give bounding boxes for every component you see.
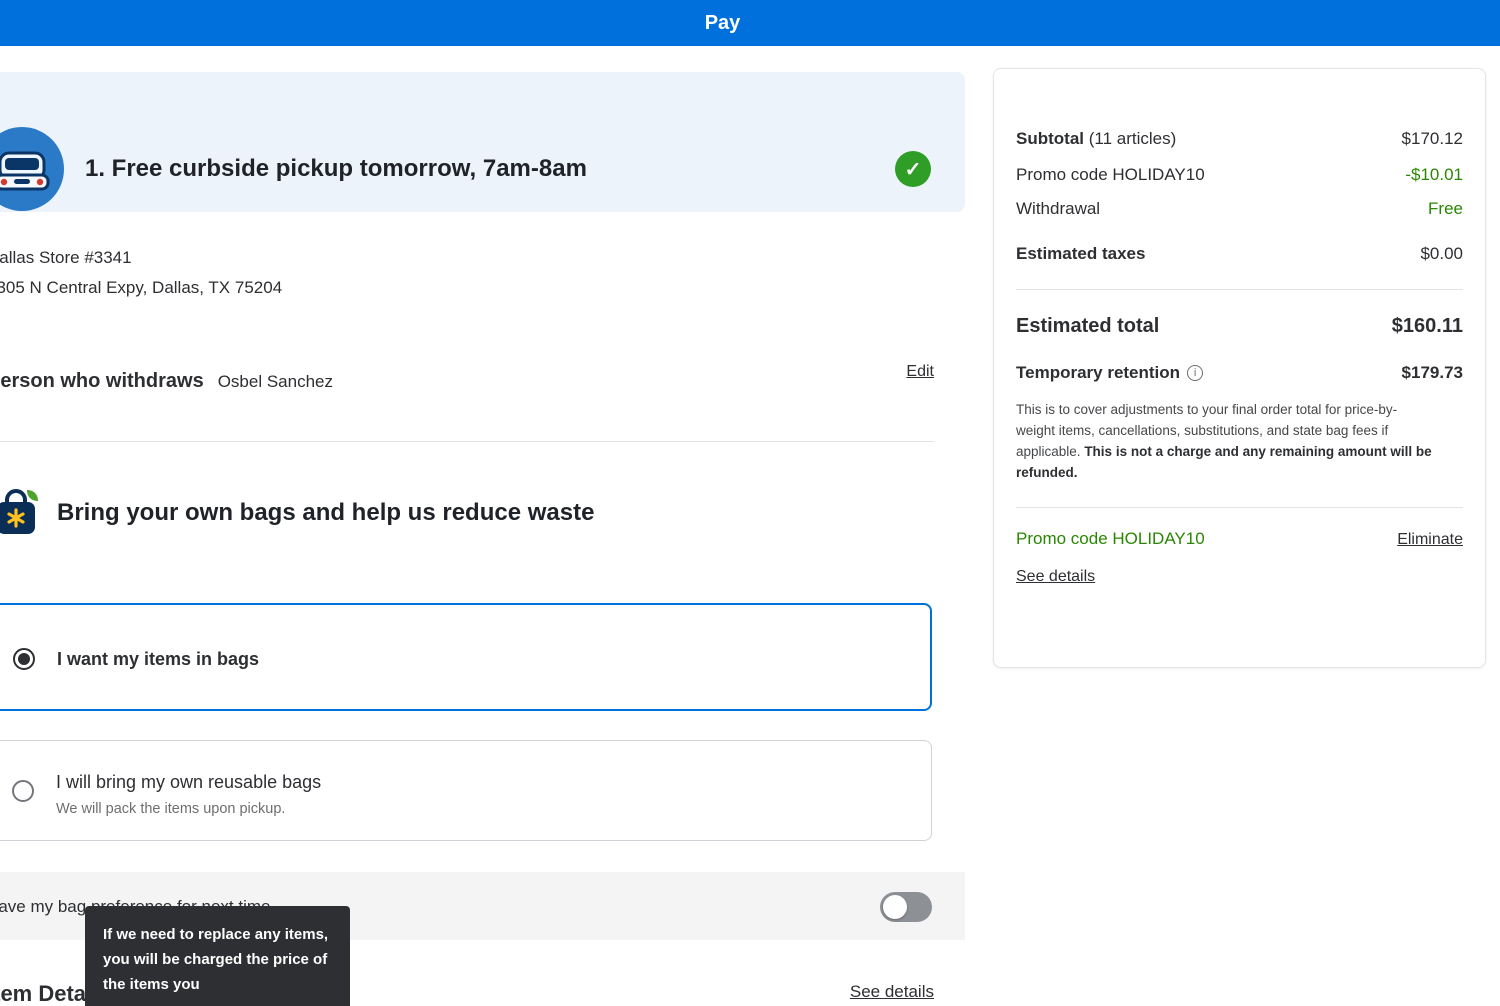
checkout-main-column: 1. Free curbside pickup tomorrow, 7am-8a… xyxy=(0,46,965,1006)
person-label: Person who withdraws xyxy=(0,370,204,392)
retention-row: Temporary retention i $179.73 xyxy=(1016,363,1463,383)
radio-items-in-bags[interactable] xyxy=(13,648,35,670)
replacement-tooltip: If we need to replace any items, you wil… xyxy=(85,906,350,1006)
withdrawal-row: Withdrawal Free xyxy=(1016,199,1463,219)
promo-value: -$10.01 xyxy=(1405,165,1463,184)
summary-divider-2 xyxy=(1016,507,1463,508)
order-summary-card: Subtotal (11 articles) $170.12 Promo cod… xyxy=(993,68,1486,668)
retention-labels: Temporary retention i xyxy=(1016,363,1204,383)
option-own-bags[interactable]: I will bring my own reusable bags We wil… xyxy=(0,740,932,841)
subtotal-qualifier: (11 articles) xyxy=(1088,129,1177,148)
summary-see-details-link[interactable]: See details xyxy=(1016,568,1095,586)
pickup-step-title: 1. Free curbside pickup tomorrow, 7am-8a… xyxy=(85,155,587,182)
summary-see-details-row: See details xyxy=(1016,568,1463,586)
toggle-knob xyxy=(883,895,907,919)
taxes-row: Estimated taxes $0.00 xyxy=(1016,244,1463,264)
person-row: Person who withdraws Osbel Sanchez xyxy=(0,368,333,396)
car-icon xyxy=(0,127,64,211)
info-icon[interactable]: i xyxy=(1187,365,1204,381)
section-divider xyxy=(0,441,934,442)
retention-value: $179.73 xyxy=(1401,363,1463,382)
subtotal-row: Subtotal (11 articles) $170.12 xyxy=(1016,129,1463,149)
checkout-page: Pay 1. Free curbside pickup tomorrow, 7a… xyxy=(0,0,1500,1006)
subtotal-label: Subtotal xyxy=(1016,129,1084,148)
bag-icon xyxy=(0,488,39,536)
store-name: Dallas Store #3341 xyxy=(0,248,132,267)
bags-section-title: Bring your own bags and help us reduce w… xyxy=(57,499,595,526)
eliminate-promo-link[interactable]: Eliminate xyxy=(1397,531,1463,549)
retention-label: Temporary retention xyxy=(1016,363,1181,382)
radio-own-bags[interactable] xyxy=(12,780,34,802)
withdrawal-value: Free xyxy=(1428,199,1463,218)
total-label: Estimated total xyxy=(1016,315,1160,337)
subtotal-value: $170.12 xyxy=(1401,129,1463,148)
total-row: Estimated total $160.11 xyxy=(1016,315,1463,338)
store-info: Dallas Store #3341 1305 N Central Expy, … xyxy=(0,243,282,303)
store-address: 1305 N Central Expy, Dallas, TX 75204 xyxy=(0,278,283,297)
retention-note: This is to cover adjustments to your fin… xyxy=(1016,399,1436,483)
summary-divider xyxy=(1016,289,1463,290)
total-value: $160.11 xyxy=(1391,315,1463,337)
person-name: Osbel Sanchez xyxy=(217,372,333,391)
option-items-in-bags[interactable]: I want my items in bags xyxy=(0,603,932,711)
taxes-label: Estimated taxes xyxy=(1016,244,1146,263)
edit-person-link[interactable]: Edit xyxy=(906,363,934,381)
option-items-in-bags-label: I want my items in bags xyxy=(57,649,260,669)
save-preference-toggle[interactable] xyxy=(880,892,932,922)
option-own-bags-label: I will bring my own reusable bags xyxy=(56,772,322,792)
promo-label: Promo code HOLIDAY10 xyxy=(1016,165,1205,184)
promo-code-row: Promo code HOLIDAY10 Eliminate xyxy=(1016,529,1463,549)
taxes-value: $0.00 xyxy=(1420,244,1463,263)
promo-code-label: Promo code HOLIDAY10 xyxy=(1016,529,1205,548)
top-bar: Pay xyxy=(0,0,1500,46)
pickup-header: 1. Free curbside pickup tomorrow, 7am-8a… xyxy=(0,72,965,212)
option-own-bags-subtext: We will pack the items upon pickup. xyxy=(56,801,286,817)
item-details-see-details-link[interactable]: See details xyxy=(850,982,934,1002)
promo-row: Promo code HOLIDAY10 -$10.01 xyxy=(1016,165,1463,185)
check-icon: ✓ xyxy=(895,151,931,187)
page-title: Pay xyxy=(704,11,741,34)
subtotal-labels: Subtotal (11 articles) xyxy=(1016,129,1176,149)
withdrawal-label: Withdrawal xyxy=(1016,199,1101,218)
